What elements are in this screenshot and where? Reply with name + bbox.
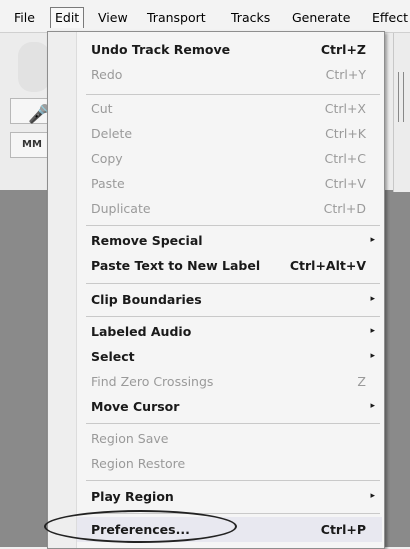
- menu-item-shortcut: Ctrl+V: [324, 176, 366, 191]
- highlight-ellipse: [44, 510, 237, 543]
- menu-item-label: Region Save: [91, 431, 169, 446]
- menu-file[interactable]: File: [11, 8, 38, 28]
- menu-item-label: Redo: [91, 67, 123, 82]
- submenu-arrow-icon: ▸: [370, 235, 375, 245]
- submenu-arrow-icon: ▸: [370, 491, 375, 501]
- menu-item-label: Clip Boundaries: [91, 292, 202, 307]
- menu-separator: [86, 316, 380, 317]
- menu-item-label: Labeled Audio: [91, 324, 192, 339]
- menu-edit[interactable]: Edit: [50, 7, 85, 28]
- menu-item-move-cursor[interactable]: Move Cursor ▸: [77, 394, 382, 419]
- menu-item-label: Cut: [91, 101, 113, 116]
- menu-item-label: Move Cursor: [91, 399, 180, 414]
- toolbar-divider: [398, 72, 399, 122]
- menu-item-shortcut: Ctrl+X: [324, 101, 366, 116]
- menu-separator: [86, 225, 380, 226]
- menu-item-label: Undo Track Remove: [91, 42, 231, 57]
- menu-item-copy[interactable]: Copy Ctrl+C: [77, 146, 382, 171]
- menu-item-find-zero-crossings[interactable]: Find Zero Crossings Z: [77, 369, 382, 394]
- menu-item-duplicate[interactable]: Duplicate Ctrl+D: [77, 196, 382, 221]
- menu-item-label: Play Region: [91, 489, 174, 504]
- menu-item-label: Select: [91, 349, 135, 364]
- menu-view[interactable]: View: [95, 8, 131, 28]
- menu-separator: [86, 480, 380, 481]
- menu-item-region-restore[interactable]: Region Restore: [77, 451, 382, 476]
- menu-item-shortcut: Ctrl+P: [320, 522, 366, 537]
- menu-separator: [86, 423, 380, 424]
- menu-item-shortcut: Ctrl+Z: [320, 42, 366, 57]
- submenu-arrow-icon: ▸: [370, 326, 375, 336]
- menu-item-delete[interactable]: Delete Ctrl+K: [77, 121, 382, 146]
- menu-item-paste[interactable]: Paste Ctrl+V: [77, 171, 382, 196]
- menu-item-label: Remove Special: [91, 233, 203, 248]
- menu-bar: File Edit View Transport Tracks Generate…: [0, 0, 410, 33]
- menu-item-play-region[interactable]: Play Region ▸: [77, 484, 382, 509]
- menu-item-select[interactable]: Select ▸: [77, 344, 382, 369]
- menu-item-label: Duplicate: [91, 201, 151, 216]
- menu-item-labeled-audio[interactable]: Labeled Audio ▸: [77, 319, 382, 344]
- menu-separator: [86, 94, 380, 95]
- menu-item-shortcut: Ctrl+K: [325, 126, 366, 141]
- toolbar-divider: [403, 72, 404, 122]
- menu-item-undo[interactable]: Undo Track Remove Ctrl+Z: [77, 37, 382, 62]
- menu-transport[interactable]: Transport: [144, 8, 209, 28]
- menu-item-region-save[interactable]: Region Save: [77, 426, 382, 451]
- menu-item-label: Find Zero Crossings: [91, 374, 214, 389]
- menu-generate[interactable]: Generate: [289, 8, 353, 28]
- submenu-arrow-icon: ▸: [370, 401, 375, 411]
- submenu-arrow-icon: ▸: [370, 294, 375, 304]
- menu-item-label: Paste Text to New Label: [91, 258, 261, 273]
- menu-item-shortcut: Ctrl+C: [324, 151, 366, 166]
- menu-item-shortcut: Z: [357, 374, 366, 389]
- menu-tracks[interactable]: Tracks: [228, 8, 273, 28]
- menu-item-clip-boundaries[interactable]: Clip Boundaries ▸: [77, 287, 382, 312]
- toolbar-knob: [18, 42, 50, 92]
- menu-item-shortcut: Ctrl+Alt+V: [289, 258, 366, 273]
- menu-effect[interactable]: Effect: [369, 8, 410, 28]
- right-toolbar: [393, 32, 410, 192]
- menu-item-shortcut: Ctrl+Y: [325, 67, 366, 82]
- menu-item-cut[interactable]: Cut Ctrl+X: [77, 96, 382, 121]
- menu-item-label: Copy: [91, 151, 123, 166]
- menu-item-paste-text-new-label[interactable]: Paste Text to New Label Ctrl+Alt+V: [77, 253, 382, 278]
- menu-item-remove-special[interactable]: Remove Special ▸: [77, 228, 382, 253]
- edit-menu: Undo Track Remove Ctrl+Z Redo Ctrl+Y Cut…: [47, 31, 385, 549]
- menu-item-redo[interactable]: Redo Ctrl+Y: [77, 62, 382, 87]
- menu-item-shortcut: Ctrl+D: [323, 201, 366, 216]
- menu-item-label: Delete: [91, 126, 133, 141]
- menu-item-label: Paste: [91, 176, 125, 191]
- device-label: MM: [22, 139, 42, 150]
- menu-separator: [86, 283, 380, 284]
- menu-gutter: [48, 32, 77, 548]
- menu-item-label: Region Restore: [91, 456, 186, 471]
- submenu-arrow-icon: ▸: [370, 351, 375, 361]
